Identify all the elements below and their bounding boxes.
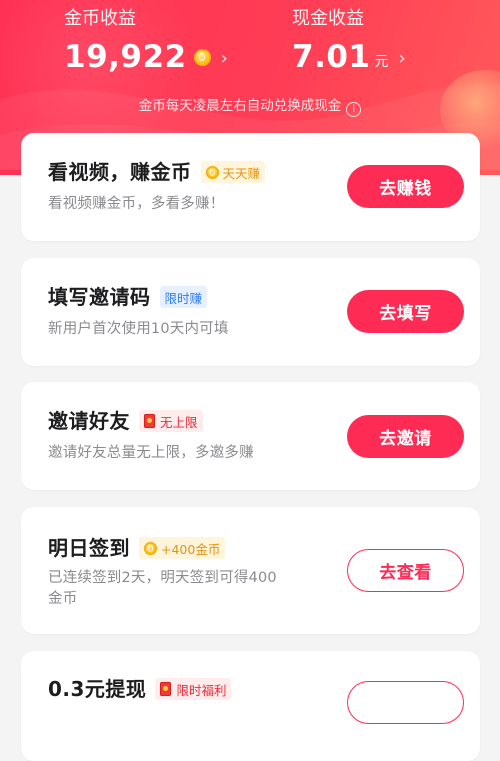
coin-icon bbox=[205, 165, 219, 179]
coin-earnings-value: 19,922 bbox=[64, 39, 187, 75]
task-tag: 天天赚 bbox=[200, 161, 266, 183]
task-description-line: 已连续签到2天，明天签到可得400 bbox=[48, 570, 277, 586]
task-card-withdraw: 0.3元提现 限时福利 bbox=[21, 651, 480, 761]
red-envelope-icon bbox=[160, 682, 172, 696]
task-tag: 限时福利 bbox=[155, 678, 232, 700]
cash-earnings-label: 现金收益 bbox=[292, 8, 364, 29]
task-description: 邀请好友总量无上限，多邀多赚 bbox=[48, 445, 254, 461]
task-description: 新用户首次使用10天内可填 bbox=[48, 321, 229, 337]
task-title: 填写邀请码 bbox=[48, 285, 151, 309]
coin-icon bbox=[144, 541, 157, 555]
fill-code-button[interactable]: 去填写 bbox=[347, 290, 464, 333]
task-description: 已连续签到2天，明天签到可得400 金币 bbox=[48, 568, 277, 610]
chevron-right-icon: › bbox=[220, 47, 228, 69]
coin-icon bbox=[193, 48, 211, 66]
cash-earnings-value: 7.01 bbox=[292, 39, 371, 75]
task-tag-label: +400金币 bbox=[161, 541, 221, 557]
cash-earnings[interactable]: 现金收益 7.01 元 › bbox=[292, 6, 406, 76]
exchange-notice-text: 金币每天凌晨左右自动兑换成现金 bbox=[138, 98, 342, 114]
task-tag-label: 天天赚 bbox=[222, 165, 261, 181]
task-card-invite-friends: 邀请好友 无上限 邀请好友总量无上限，多邀多赚 去邀请 bbox=[21, 382, 480, 490]
task-card-watch-video: 看视频，赚金币 天天赚 看视频赚金币，多看多赚！ 去赚钱 bbox=[21, 133, 480, 241]
invite-button[interactable]: 去邀请 bbox=[347, 415, 464, 458]
coin-earnings-label: 金币收益 bbox=[64, 8, 136, 29]
exchange-notice[interactable]: 金币每天凌晨左右自动兑换成现金 i bbox=[0, 96, 500, 117]
coin-earnings[interactable]: 金币收益 19,922 › bbox=[64, 6, 228, 76]
task-title: 邀请好友 bbox=[48, 409, 130, 433]
task-tag: +400金币 bbox=[139, 537, 226, 559]
cash-unit: 元 bbox=[374, 54, 389, 70]
chevron-right-icon: › bbox=[398, 47, 406, 69]
task-title: 0.3元提现 bbox=[48, 677, 147, 701]
info-icon[interactable]: i bbox=[346, 102, 362, 117]
earn-money-button[interactable]: 去赚钱 bbox=[347, 165, 464, 208]
task-description: 看视频赚金币，多看多赚！ bbox=[48, 196, 225, 212]
task-tag-label: 无上限 bbox=[160, 414, 198, 430]
task-description-line: 金币 bbox=[48, 591, 78, 607]
red-envelope-icon bbox=[144, 414, 155, 428]
task-card-daily-checkin: 明日签到 +400金币 已连续签到2天，明天签到可得400 金币 去查看 bbox=[21, 507, 480, 634]
task-tag: 限时赚 bbox=[159, 286, 208, 308]
task-title: 看视频，赚金币 bbox=[48, 160, 192, 184]
task-tag-label: 限时福利 bbox=[176, 682, 227, 698]
withdraw-button[interactable] bbox=[347, 681, 464, 724]
task-title: 明日签到 bbox=[48, 536, 130, 560]
task-card-invite-code: 填写邀请码 限时赚 新用户首次使用10天内可填 去填写 bbox=[21, 258, 480, 366]
task-tag: 无上限 bbox=[139, 410, 203, 432]
view-checkin-button[interactable]: 去查看 bbox=[347, 549, 464, 592]
